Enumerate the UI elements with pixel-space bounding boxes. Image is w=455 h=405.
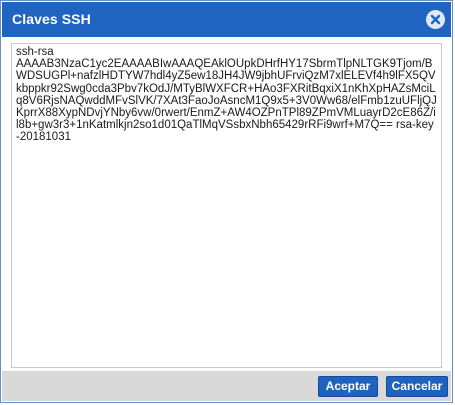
ssh-key-area: ssh-rsa AAAAB3NzaC1yc2EAAAABIwAAAQEAklOU… [11,43,442,368]
ssh-keys-dialog: Claves SSH ssh-rsa AAAAB3NzaC1yc2EAAAABI… [0,0,453,403]
close-icon[interactable] [426,10,445,29]
ssh-key-textarea[interactable]: ssh-rsa AAAAB3NzaC1yc2EAAAABIwAAAQEAklOU… [12,44,441,367]
cancel-button[interactable]: Cancelar [386,376,448,397]
dialog-footer: Aceptar Cancelar [2,371,451,401]
dialog-title: Claves SSH [12,11,91,27]
close-icon-glyph [430,14,441,25]
dialog-titlebar: Claves SSH [2,2,451,37]
accept-button[interactable]: Aceptar [318,376,378,397]
